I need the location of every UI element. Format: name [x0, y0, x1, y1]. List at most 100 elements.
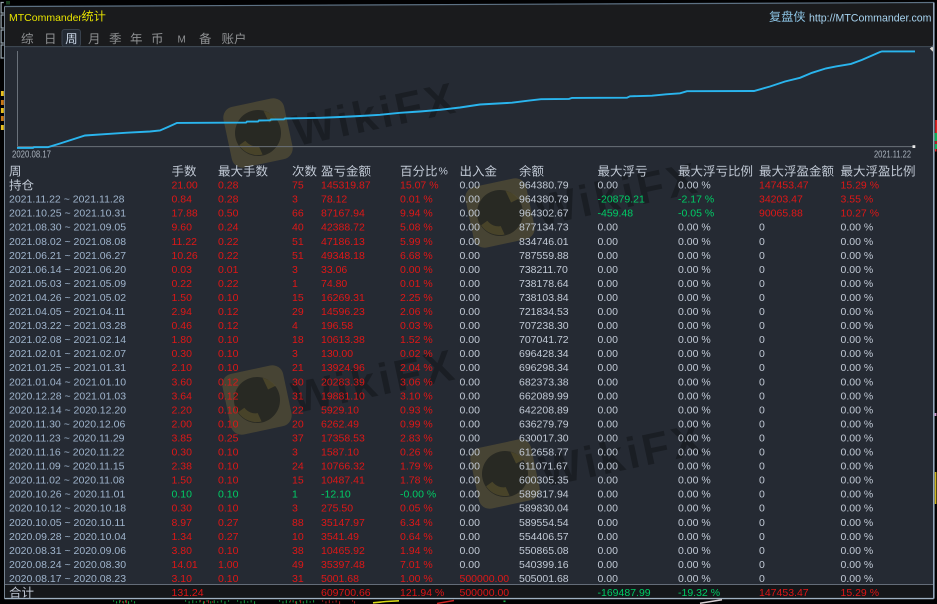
- svg-text:0: 0: [759, 503, 765, 515]
- svg-text:0.00: 0.00: [460, 222, 481, 234]
- svg-text:554406.57: 554406.57: [519, 531, 569, 543]
- svg-text:0: 0: [759, 320, 765, 332]
- svg-text:500000.00: 500000.00: [460, 587, 510, 599]
- svg-text:2020.11.30 ~ 2020.12.06: 2020.11.30 ~ 2020.12.06: [9, 418, 125, 430]
- svg-text:121.94 %: 121.94 %: [400, 587, 444, 599]
- svg-text:0.00: 0.00: [460, 418, 481, 430]
- svg-text:2020.10.26 ~ 2020.11.01: 2020.10.26 ~ 2020.11.01: [9, 489, 125, 501]
- svg-text:15: 15: [292, 475, 304, 487]
- svg-text:0: 0: [759, 475, 765, 487]
- svg-text:0.00: 0.00: [460, 320, 481, 332]
- svg-text:964302.67: 964302.67: [519, 208, 569, 220]
- svg-text:0: 0: [759, 376, 765, 388]
- svg-text:0.00: 0.00: [460, 194, 481, 206]
- svg-text:0.00 %: 0.00 %: [678, 362, 711, 374]
- svg-text:15.07 %: 15.07 %: [400, 180, 439, 192]
- svg-text:707041.72: 707041.72: [519, 334, 569, 346]
- svg-text:0.00: 0.00: [460, 404, 481, 416]
- svg-text:0.01 %: 0.01 %: [400, 278, 433, 290]
- svg-text:4: 4: [292, 320, 298, 332]
- svg-text:0.10: 0.10: [218, 489, 239, 501]
- svg-text:90065.88: 90065.88: [759, 208, 803, 220]
- svg-text:0.00: 0.00: [598, 250, 619, 262]
- svg-text:0.10: 0.10: [218, 418, 239, 430]
- svg-text:0.00: 0.00: [598, 573, 619, 585]
- svg-text:2020.09.28 ~ 2020.10.04: 2020.09.28 ~ 2020.10.04: [9, 531, 126, 543]
- svg-text:0.01: 0.01: [218, 264, 239, 276]
- svg-text:0.25: 0.25: [218, 432, 239, 444]
- svg-text:15.29 %: 15.29 %: [841, 587, 880, 599]
- svg-text:5.08 %: 5.08 %: [400, 222, 433, 234]
- svg-text:0.27: 0.27: [218, 517, 239, 529]
- svg-text:13924.96: 13924.96: [321, 362, 365, 374]
- svg-text:87167.94: 87167.94: [321, 208, 365, 220]
- svg-text:0.00: 0.00: [460, 292, 481, 304]
- svg-text:0.00: 0.00: [460, 517, 481, 529]
- svg-text:0.10: 0.10: [218, 334, 239, 346]
- svg-text:3.80: 3.80: [172, 545, 193, 557]
- svg-text:2.25 %: 2.25 %: [400, 292, 433, 304]
- svg-text:5929.10: 5929.10: [321, 404, 359, 416]
- svg-text:738103.84: 738103.84: [519, 292, 569, 304]
- svg-text:0.00 %: 0.00 %: [678, 489, 711, 501]
- svg-text:35147.97: 35147.97: [321, 517, 365, 529]
- svg-text:2.20: 2.20: [172, 404, 193, 416]
- svg-text:88: 88: [292, 517, 304, 529]
- svg-text:589830.04: 589830.04: [519, 503, 569, 515]
- svg-text:10: 10: [292, 531, 304, 543]
- svg-text:19881.10: 19881.10: [321, 390, 365, 402]
- svg-text:1: 1: [292, 489, 298, 501]
- svg-text:3541.49: 3541.49: [321, 531, 359, 543]
- svg-text:0.00: 0.00: [598, 362, 619, 374]
- svg-text:6.34 %: 6.34 %: [400, 517, 433, 529]
- svg-text:10613.38: 10613.38: [321, 334, 365, 346]
- svg-text:0.00 %: 0.00 %: [678, 180, 711, 192]
- svg-text:2.00: 2.00: [172, 418, 193, 430]
- svg-text:2021.06.21 ~ 2021.06.27: 2021.06.21 ~ 2021.06.27: [9, 250, 126, 262]
- svg-text:0.10: 0.10: [218, 292, 239, 304]
- svg-text:0.10: 0.10: [218, 461, 239, 473]
- svg-text:29: 29: [292, 306, 304, 318]
- svg-text:0.00 %: 0.00 %: [678, 418, 711, 430]
- svg-text:9.60: 9.60: [172, 222, 193, 234]
- svg-text:0: 0: [759, 461, 765, 473]
- svg-text:0: 0: [759, 362, 765, 374]
- svg-text:0.00 %: 0.00 %: [678, 447, 711, 459]
- svg-text:0.00 %: 0.00 %: [841, 475, 874, 487]
- svg-text:15.29 %: 15.29 %: [841, 180, 880, 192]
- svg-text:0.00: 0.00: [460, 306, 481, 318]
- svg-text:0.00: 0.00: [460, 376, 481, 388]
- svg-text:20: 20: [292, 418, 304, 430]
- svg-text:0.00: 0.00: [598, 236, 619, 248]
- svg-text:0.03 %: 0.03 %: [400, 320, 433, 332]
- svg-text:1.78 %: 1.78 %: [400, 475, 433, 487]
- svg-text:0.00: 0.00: [460, 559, 481, 571]
- svg-text:2.38: 2.38: [172, 461, 193, 473]
- svg-text:0.00: 0.00: [460, 278, 481, 290]
- svg-text:0.00: 0.00: [460, 236, 481, 248]
- svg-text:0.00: 0.00: [598, 376, 619, 388]
- svg-text:3.55 %: 3.55 %: [841, 194, 874, 206]
- svg-text:0: 0: [759, 222, 765, 234]
- svg-text:1.79 %: 1.79 %: [400, 461, 433, 473]
- svg-text:0.02 %: 0.02 %: [400, 348, 433, 360]
- svg-text:662089.99: 662089.99: [519, 390, 569, 402]
- svg-text:2021.10.25 ~ 2021.10.31: 2021.10.25 ~ 2021.10.31: [9, 208, 126, 220]
- svg-text:0.00 %: 0.00 %: [841, 390, 874, 402]
- svg-text:0.00: 0.00: [598, 559, 619, 571]
- svg-text:0: 0: [759, 559, 765, 571]
- svg-text:3: 3: [292, 264, 298, 276]
- svg-text:0.00 %: 0.00 %: [678, 404, 711, 416]
- svg-text:5001.68: 5001.68: [321, 573, 359, 585]
- svg-text:-19.32 %: -19.32 %: [678, 587, 720, 599]
- svg-text:0.00 %: 0.00 %: [841, 222, 874, 234]
- svg-text:0.00 %: 0.00 %: [841, 236, 874, 248]
- svg-text:0: 0: [759, 348, 765, 360]
- svg-text:0.00: 0.00: [598, 334, 619, 346]
- svg-text:1.50: 1.50: [172, 292, 193, 304]
- svg-text:0.00 %: 0.00 %: [841, 320, 874, 332]
- svg-text:0.00 %: 0.00 %: [678, 306, 711, 318]
- svg-text:0.30: 0.30: [172, 447, 193, 459]
- svg-text:2021.03.22 ~ 2021.03.28: 2021.03.22 ~ 2021.03.28: [9, 320, 126, 332]
- svg-text:22: 22: [292, 404, 304, 416]
